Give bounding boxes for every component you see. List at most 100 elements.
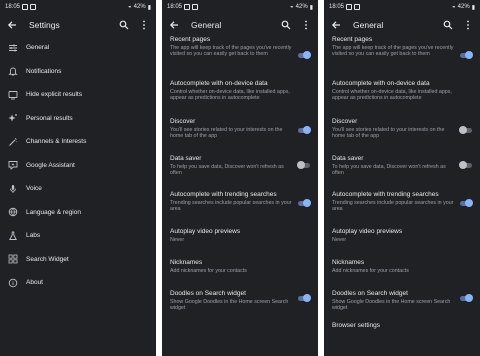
- trending-toggle[interactable]: [460, 199, 473, 207]
- app-bar: General: [324, 14, 480, 36]
- general-screen-updated: 18:05 ◒ 42% ▮ General Recent pages The a…: [324, 0, 480, 356]
- setting-doodles-widget[interactable]: Doodles on Search widget Show Google Doo…: [162, 290, 318, 320]
- menu-item-label: About: [26, 279, 43, 287]
- setting-autoplay-previews[interactable]: Autoplay video previews Never: [324, 228, 480, 259]
- battery-icon: ▮: [147, 4, 151, 11]
- setting-recent-pages[interactable]: Recent pages The app will keep track of …: [324, 36, 480, 80]
- settings-screen: 18:05 ◒ 42% ▮ Settings General Notificat…: [0, 0, 156, 356]
- doodles-toggle[interactable]: [298, 294, 311, 302]
- notification-icon: [22, 4, 29, 10]
- status-time: 18:05: [329, 4, 345, 10]
- setting-title: Doodles on Search widget: [170, 290, 246, 297]
- setting-autocomplete-trending[interactable]: Autocomplete with trending searches Tren…: [324, 191, 480, 228]
- wifi-icon: ◒: [452, 4, 456, 10]
- menu-item-label: Channels & Interests: [26, 138, 87, 146]
- menu-item-label: Hide explicit results: [26, 91, 82, 99]
- setting-title: Doodles on Search widget: [332, 290, 408, 297]
- notification-icon: [192, 4, 199, 10]
- doodles-toggle[interactable]: [460, 294, 473, 302]
- setting-title: Browser settings: [332, 322, 381, 329]
- setting-value: Never: [170, 237, 185, 243]
- setting-browser-settings[interactable]: Browser settings: [324, 320, 480, 342]
- setting-title: Autocomplete with trending searches: [170, 191, 277, 198]
- setting-title: Recent pages: [170, 36, 211, 43]
- back-arrow-icon[interactable]: [5, 18, 19, 32]
- menu-item-notifications[interactable]: Notifications: [0, 60, 156, 84]
- menu-item-labs[interactable]: Labs: [0, 224, 156, 248]
- battery-level: 42%: [133, 4, 146, 10]
- status-time: 18:05: [5, 4, 21, 10]
- data-saver-toggle[interactable]: [459, 161, 472, 169]
- menu-item-personal-results[interactable]: Personal results: [0, 107, 156, 131]
- notification-icon: [346, 4, 353, 10]
- setting-autocomplete-on-device[interactable]: Autocomplete with on-device data Control…: [162, 80, 318, 118]
- page-title: Settings: [29, 20, 60, 30]
- search-icon[interactable]: [279, 18, 293, 32]
- back-arrow-icon[interactable]: [167, 18, 181, 32]
- setting-autoplay-previews[interactable]: Autoplay video previews Never: [162, 228, 318, 259]
- eye-off-icon: [8, 90, 18, 100]
- discover-toggle[interactable]: [298, 126, 311, 134]
- settings-menu: General Notifications Hide explicit resu…: [0, 36, 156, 295]
- menu-item-label: Personal results: [26, 114, 73, 122]
- page-title: General: [191, 20, 222, 30]
- setting-data-saver[interactable]: Data saver To help you save data, Discov…: [324, 155, 480, 191]
- setting-title: Autoplay video previews: [332, 228, 403, 235]
- status-bar: 18:05 ◒ 42% ▮: [324, 0, 480, 14]
- setting-title: Autocomplete with trending searches: [332, 191, 439, 198]
- setting-description: Show Google Doodles in the Home screen S…: [332, 299, 451, 312]
- menu-item-label: Google Assistant: [26, 161, 75, 169]
- setting-description: Trending searches include popular search…: [170, 200, 292, 213]
- more-vert-icon[interactable]: [137, 18, 151, 32]
- app-bar: General: [162, 14, 318, 36]
- setting-description: You'll see stories related to your inter…: [332, 127, 445, 140]
- search-icon[interactable]: [441, 18, 455, 32]
- status-time: 18:05: [167, 4, 183, 10]
- menu-item-language[interactable]: Language & region: [0, 201, 156, 225]
- status-bar: 18:05 ◒ 42% ▮: [0, 0, 156, 14]
- setting-autocomplete-trending[interactable]: Autocomplete with trending searches Tren…: [162, 191, 318, 228]
- setting-value: Never: [332, 237, 347, 243]
- setting-title: Discover: [332, 118, 358, 125]
- menu-item-general[interactable]: General: [0, 36, 156, 60]
- setting-description: Show Google Doodles in the Home screen S…: [170, 299, 289, 312]
- general-settings-list: Recent pages The app will keep track of …: [162, 36, 318, 320]
- data-saver-toggle[interactable]: [297, 161, 310, 169]
- setting-description: The app will keep track of the pages you…: [332, 45, 454, 58]
- menu-item-label: Language & region: [26, 208, 81, 216]
- mic-icon: [8, 184, 18, 194]
- setting-title: Data saver: [332, 155, 364, 162]
- setting-discover[interactable]: Discover You'll see stories related to y…: [324, 118, 480, 155]
- setting-description: Add nicknames for your contacts: [332, 268, 409, 274]
- recent-pages-toggle[interactable]: [460, 51, 473, 59]
- setting-title: Data saver: [170, 155, 202, 162]
- back-arrow-icon[interactable]: [329, 18, 343, 32]
- setting-doodles-widget[interactable]: Doodles on Search widget Show Google Doo…: [324, 290, 480, 320]
- menu-item-about[interactable]: About: [0, 271, 156, 295]
- more-vert-icon[interactable]: [299, 18, 313, 32]
- notification-icon: [184, 4, 191, 10]
- more-vert-icon[interactable]: [461, 18, 475, 32]
- menu-item-assistant[interactable]: Google Assistant: [0, 154, 156, 178]
- menu-item-voice[interactable]: Voice: [0, 177, 156, 201]
- sparkle-icon: [8, 113, 18, 123]
- wifi-icon: ◒: [290, 4, 294, 10]
- setting-autocomplete-on-device[interactable]: Autocomplete with on-device data Control…: [324, 80, 480, 118]
- menu-item-label: Notifications: [26, 67, 62, 75]
- menu-item-channels[interactable]: Channels & Interests: [0, 130, 156, 154]
- setting-nicknames[interactable]: Nicknames Add nicknames for your contact…: [324, 259, 480, 290]
- setting-description: Add nicknames for your contacts: [170, 268, 247, 274]
- setting-data-saver[interactable]: Data saver To help you save data, Discov…: [162, 155, 318, 191]
- menu-item-search-widget[interactable]: Search Widget: [0, 248, 156, 272]
- search-icon[interactable]: [117, 18, 131, 32]
- battery-level: 42%: [457, 4, 470, 10]
- menu-item-hide-explicit[interactable]: Hide explicit results: [0, 83, 156, 107]
- setting-title: Autocomplete with on-device data: [170, 80, 268, 87]
- discover-toggle[interactable]: [459, 126, 472, 134]
- recent-pages-toggle[interactable]: [298, 51, 311, 59]
- setting-nicknames[interactable]: Nicknames Add nicknames for your contact…: [162, 259, 318, 290]
- setting-description: To help you save data, Discover won't re…: [170, 164, 284, 177]
- setting-recent-pages[interactable]: Recent pages The app will keep track of …: [162, 36, 318, 80]
- trending-toggle[interactable]: [298, 199, 311, 207]
- setting-discover[interactable]: Discover You'll see stories related to y…: [162, 118, 318, 155]
